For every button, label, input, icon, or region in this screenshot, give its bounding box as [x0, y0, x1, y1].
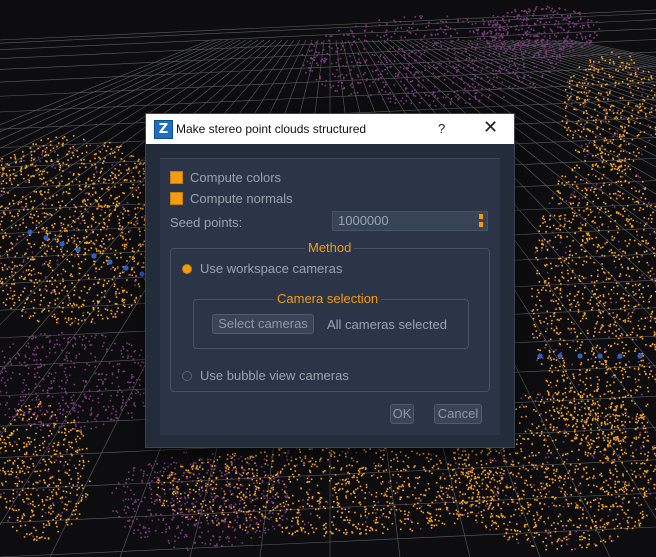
- dialog-body: Compute colors Compute normals Seed poin…: [160, 158, 500, 435]
- camera-marker-dot: [123, 265, 129, 271]
- camera-marker-dot: [617, 353, 623, 359]
- dialog-titlebar[interactable]: Z Make stereo point clouds structured ? …: [146, 114, 514, 144]
- camera-marker-dot: [637, 353, 643, 359]
- seed-points-value: 1000000: [338, 213, 389, 228]
- camera-marker-dot: [75, 247, 81, 253]
- radio-selected-icon: [182, 263, 192, 274]
- camera-marker-dot: [43, 235, 49, 241]
- seed-points-spinbox[interactable]: 1000000: [332, 211, 488, 231]
- ok-button[interactable]: OK: [390, 404, 414, 424]
- select-cameras-button[interactable]: Select cameras: [212, 314, 314, 334]
- camera-marker-dot: [27, 229, 33, 235]
- spin-arrows-icon[interactable]: [479, 214, 483, 230]
- camera-marker-dot: [107, 259, 113, 265]
- camera-selection-status: All cameras selected: [327, 317, 447, 332]
- checkbox-checked-icon: [170, 171, 183, 184]
- camera-marker-dot: [91, 253, 97, 259]
- app-logo-icon: Z: [154, 120, 173, 139]
- bubble-view-cameras-radio[interactable]: Use bubble view cameras: [182, 368, 349, 383]
- camera-marker-dot: [597, 353, 603, 359]
- camera-selection-title: Camera selection: [274, 291, 382, 306]
- method-group: Method Use workspace cameras Camera sele…: [170, 240, 490, 392]
- camera-marker-dot: [577, 353, 583, 359]
- dialog-title: Make stereo point clouds structured: [176, 122, 367, 136]
- workspace-cameras-label: Use workspace cameras: [200, 261, 343, 276]
- camera-marker-dot: [139, 271, 145, 277]
- method-group-title: Method: [305, 240, 355, 255]
- camera-marker-dot: [59, 241, 65, 247]
- camera-marker-dot: [537, 353, 543, 359]
- bubble-view-cameras-label: Use bubble view cameras: [200, 368, 349, 383]
- help-button[interactable]: ?: [438, 121, 445, 136]
- make-structured-dialog: Z Make stereo point clouds structured ? …: [146, 114, 514, 447]
- radio-unselected-icon: [182, 370, 192, 381]
- compute-colors-checkbox[interactable]: Compute colors: [170, 170, 281, 185]
- compute-colors-label: Compute colors: [190, 170, 282, 185]
- camera-marker-dot: [557, 353, 563, 359]
- seed-points-label: Seed points:: [170, 215, 243, 230]
- checkbox-checked-icon: [170, 192, 183, 205]
- compute-normals-label: Compute normals: [190, 191, 293, 206]
- cancel-button[interactable]: Cancel: [434, 404, 482, 424]
- compute-normals-checkbox[interactable]: Compute normals: [170, 191, 293, 206]
- camera-selection-group: Camera selection Select cameras All came…: [193, 291, 469, 349]
- workspace-cameras-radio[interactable]: Use workspace cameras: [182, 261, 342, 276]
- close-button[interactable]: ✕: [483, 117, 498, 138]
